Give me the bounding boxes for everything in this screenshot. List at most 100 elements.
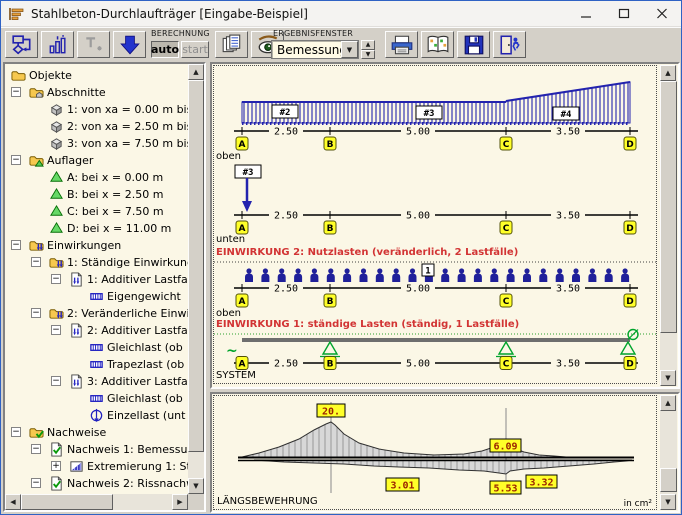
upper-scroll-down-icon[interactable]: ▼ [660,370,676,386]
loads-system-view[interactable]: #2 #3 #4 2.505.003.50ABCD oben #3 2.505.… [213,65,657,384]
tree-item[interactable]: 2: von xa = 2.50 m bis [5,118,188,135]
save-button[interactable] [457,31,490,58]
tree-expander[interactable]: − [11,427,21,437]
dimension-line: 2.505.003.50ABCD [234,210,638,235]
lower-panel-scrollbar[interactable]: ▲ ▼ [660,395,677,510]
loads-system-drawing: #2 #3 #4 2.505.003.50ABCD oben #3 2.505.… [214,66,656,383]
svg-text:2.50: 2.50 [274,127,298,138]
upper-panel-scrollbar[interactable]: ▲ ▼ [660,65,677,386]
upper-scrollbar-thumb[interactable] [660,81,677,333]
svg-text:B: B [327,297,334,307]
navigator-tree[interactable]: Objekte−Abschnitte1: von xa = 0.00 m bis… [5,64,188,494]
tree-scroll-left-icon[interactable]: ◀ [5,494,21,510]
tree-horizontal-scrollbar[interactable]: ◀ ▶ [5,494,188,510]
tool-disabled-button [77,31,110,58]
page-check-icon [49,476,64,491]
lower-scroll-up-icon[interactable]: ▲ [660,395,676,411]
tree-item[interactable]: C: bei x = 7.50 m [5,203,188,220]
tree-item[interactable]: Trapezlast (ob [5,356,188,373]
tree-expander[interactable]: − [11,87,21,97]
support-b-icon [320,342,340,357]
exit-button[interactable] [493,31,526,58]
tree-hscrollbar-thumb[interactable] [21,494,113,510]
tree-item[interactable]: A: bei x = 0.00 m [5,169,188,186]
tree-item[interactable]: D: bei x = 11.00 m [5,220,188,237]
tree-expander[interactable]: − [31,257,41,267]
tree-item-label: Gleichlast (ob [107,341,183,354]
maximize-button[interactable] [605,3,643,25]
tree-item[interactable]: Objekte [5,67,188,84]
minimize-button[interactable] [567,3,605,25]
lower-scroll-down-icon[interactable]: ▼ [660,494,676,510]
tree-item[interactable]: − 2: Additiver Lastfa [5,322,188,339]
support-triangle-icon [49,187,64,202]
tree-scrollbar-thumb[interactable] [188,80,204,452]
reinforcement-view[interactable]: 20. 6.09 3.01 5.53 3.32 LÄNGSBEWEHRUNG i… [213,395,657,510]
tree-item-label: Nachweis 2: Rissnachw [67,477,188,490]
tree-item[interactable]: − Nachweis 2: Rissnachw [5,475,188,492]
tree-expander[interactable]: − [31,478,41,488]
tree-item[interactable]: −3: Additiver Lastfa [5,373,188,390]
tree-item[interactable]: −Abschnitte [5,84,188,101]
reinforcement-unit: in cm² [624,499,653,509]
svg-text:D: D [626,360,633,370]
results-diagram-button[interactable] [41,31,74,58]
calculation-flow-button[interactable] [5,31,38,58]
tree-item[interactable]: Einzellast (unt [5,407,188,424]
manual-button[interactable] [421,31,454,58]
loads-system-window[interactable]: #2 #3 #4 2.505.003.50ABCD oben #3 2.505.… [210,62,680,389]
tree-expander[interactable]: − [31,444,41,454]
tree-item[interactable]: 3: von xa = 7.50 m bis [5,135,188,152]
svg-text:C: C [503,360,510,370]
svg-text:20.: 20. [322,407,340,418]
tree-item[interactable]: Gleichlast (ob [5,339,188,356]
titlebar: Stahlbeton-Durchlaufträger [Eingabe-Beis… [1,1,681,27]
result-window-combobox[interactable]: Bemessung ▼ [271,40,359,59]
tree-vertical-scrollbar[interactable]: ▲ ▼ [188,64,204,494]
tree-scroll-up-icon[interactable]: ▲ [188,64,204,80]
loadcase-page-icon [69,323,84,338]
tree-item[interactable]: −Nachweis 1: Bemessun [5,441,188,458]
load-uniform-icon [89,289,104,304]
svg-text:A: A [239,224,246,234]
tree-item[interactable]: B: bei x = 2.50 m [5,186,188,203]
tree-item[interactable]: Eigengewicht [5,288,188,305]
upper-scroll-up-icon[interactable]: ▲ [660,65,676,81]
folder-loads-icon [49,255,64,270]
spinner-down-icon[interactable]: ▼ [361,50,375,60]
svg-text:D: D [626,140,633,150]
tree-expander[interactable]: − [51,274,61,284]
svg-text:3.50: 3.50 [556,284,580,295]
svg-text:A: A [239,360,246,370]
tree-expander[interactable]: − [51,376,61,386]
close-button[interactable] [643,3,681,25]
lower-scrollbar-thumb[interactable] [660,468,677,492]
start-calc-button[interactable]: start [181,41,209,58]
spinner-up-icon[interactable]: ▲ [361,40,375,50]
tree-item[interactable]: −Auflager [5,152,188,169]
svg-text:5.53: 5.53 [493,484,517,495]
tree-item-label: 2: Additiver Lastfa [87,324,188,337]
tree-item[interactable]: −2: Veränderliche Einwir [5,305,188,322]
tree-item[interactable]: −1: Additiver Lastfal [5,271,188,288]
tree-expander[interactable]: − [11,155,21,165]
tree-expander[interactable]: + [51,461,61,471]
print-button[interactable] [385,31,418,58]
tree-item[interactable]: 1: von xa = 0.00 m bis [5,101,188,118]
tree-item[interactable]: −1: Ständige Einwirkung: [5,254,188,271]
tree-item[interactable]: Gleichlast (ob [5,390,188,407]
tree-scroll-down-icon[interactable]: ▼ [188,478,204,494]
tree-item[interactable]: +Extremierung 1: Sta [5,458,188,475]
auto-calc-button[interactable]: auto [151,41,179,58]
chart-extreme-icon [69,459,84,474]
tree-scroll-right-icon[interactable]: ▶ [172,494,188,510]
copy-windows-button[interactable] [215,31,248,58]
reinforcement-window[interactable]: 20. 6.09 3.01 5.53 3.32 LÄNGSBEWEHRUNG i… [210,392,680,513]
tree-expander[interactable]: − [31,308,41,318]
start-calculation-button[interactable] [113,31,146,58]
tree-expander[interactable]: − [11,240,21,250]
tree-item[interactable]: −Einwirkungen [5,237,188,254]
combobox-dropdown-icon[interactable]: ▼ [341,41,358,58]
tree-expander[interactable]: − [51,325,61,335]
tree-item[interactable]: −Nachweise [5,424,188,441]
